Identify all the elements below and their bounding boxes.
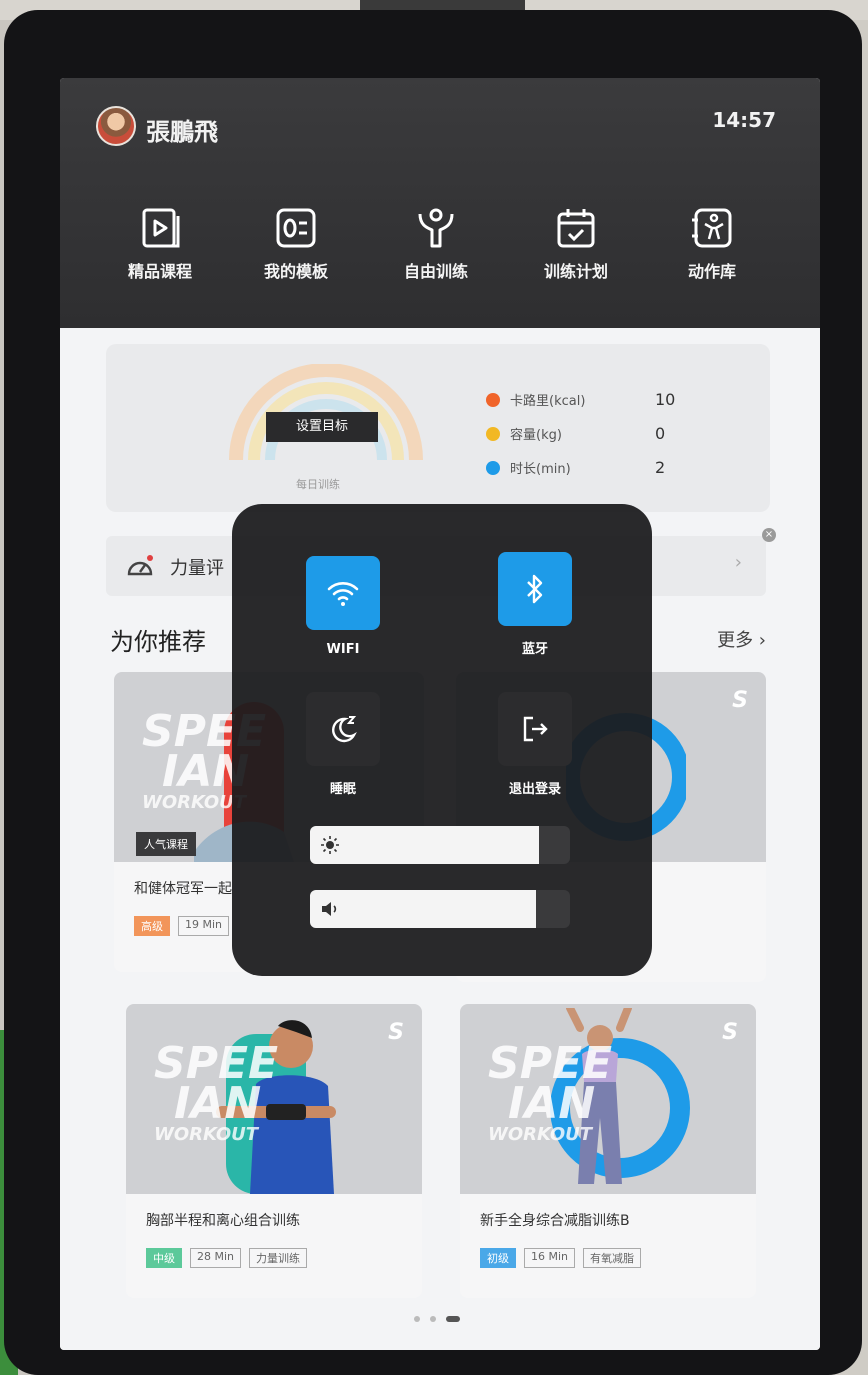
stat-label: 时长(min) bbox=[510, 462, 571, 477]
sun-icon bbox=[321, 836, 339, 854]
logout-button[interactable] bbox=[498, 692, 572, 766]
brand-logo-icon: S bbox=[722, 1020, 738, 1045]
brand-logo-icon: S bbox=[732, 688, 748, 713]
fire-icon bbox=[486, 392, 500, 407]
stat-value: 2 bbox=[655, 458, 666, 477]
stat-value: 10 bbox=[655, 390, 676, 409]
duration-tag: 16 Min bbox=[524, 1248, 576, 1268]
course-title: 胸部半程和离心组合训练 bbox=[146, 1213, 300, 1229]
nav-label: 自由训练 bbox=[403, 262, 468, 281]
avatar[interactable] bbox=[96, 106, 136, 146]
chevron-right-icon: › bbox=[734, 552, 742, 573]
power-assessment-label: 力量评 bbox=[170, 558, 224, 579]
page-dot[interactable] bbox=[430, 1316, 436, 1322]
course-title: 和健体冠军一起 bbox=[134, 881, 232, 897]
exercise-library-icon bbox=[692, 208, 732, 248]
course-card[interactable]: SPEE IAN WORKOUT S 胸部半程和离心组合训练 中级 28 Min… bbox=[126, 1004, 422, 1298]
stat-label: 容量(kg) bbox=[510, 428, 562, 443]
watermark-line: IAN bbox=[508, 1078, 596, 1129]
page-dot-active[interactable] bbox=[446, 1316, 460, 1322]
course-tags: 高级 19 Min bbox=[134, 916, 230, 936]
course-tags: 中级 28 Min 力量训练 bbox=[146, 1248, 308, 1268]
wifi-icon bbox=[327, 582, 359, 606]
sleep-label: 睡眠 bbox=[329, 782, 356, 797]
free-training-icon bbox=[418, 208, 454, 248]
logout-action[interactable]: 退出登录 bbox=[498, 692, 572, 797]
level-badge: 高级 bbox=[134, 916, 170, 936]
device-bezel: 張鵬飛 14:57 精品课程 我的模板 自由训练 训练计划 动作库 设置目标 每… bbox=[4, 10, 862, 1375]
nav-exercise-library[interactable]: 动作库 bbox=[652, 206, 772, 282]
watermark-line: IAN bbox=[174, 1078, 262, 1129]
set-goal-button[interactable]: 设置目标 bbox=[266, 412, 378, 442]
clock: 14:57 bbox=[712, 108, 776, 132]
level-badge: 中级 bbox=[146, 1248, 182, 1268]
logout-icon bbox=[523, 716, 548, 742]
nav-label: 训练计划 bbox=[543, 262, 608, 281]
more-link[interactable]: 更多 › bbox=[717, 626, 766, 652]
page-dot[interactable] bbox=[414, 1316, 420, 1322]
sleep-button[interactable] bbox=[306, 692, 380, 766]
section-title: 为你推荐 bbox=[110, 628, 206, 656]
course-tags: 初级 16 Min 有氧减脂 bbox=[480, 1248, 642, 1268]
logout-label: 退出登录 bbox=[508, 782, 561, 797]
bluetooth-label: 蓝牙 bbox=[521, 642, 548, 657]
stat-calories: 卡路里(kcal) 10 bbox=[486, 390, 675, 409]
popular-course-badge: 人气课程 bbox=[136, 832, 196, 856]
volume-slider[interactable] bbox=[310, 890, 570, 928]
nav-training-plan[interactable]: 训练计划 bbox=[516, 206, 636, 282]
speaker-icon bbox=[322, 902, 337, 916]
user-name: 張鵬飛 bbox=[146, 118, 218, 146]
nav-label: 我的模板 bbox=[263, 262, 328, 281]
bluetooth-icon bbox=[527, 574, 543, 604]
clock-icon bbox=[486, 460, 500, 475]
stat-label: 卡路里(kcal) bbox=[510, 394, 586, 409]
close-icon[interactable]: × bbox=[762, 528, 776, 542]
stat-volume: 容量(kg) 0 bbox=[486, 424, 665, 443]
type-tag: 力量训练 bbox=[249, 1248, 308, 1268]
screen: 張鵬飛 14:57 精品课程 我的模板 自由训练 训练计划 动作库 设置目标 每… bbox=[60, 78, 820, 1350]
weight-icon bbox=[486, 426, 500, 441]
moon-sleep-icon bbox=[332, 716, 357, 743]
bluetooth-toggle[interactable]: 蓝牙 bbox=[498, 552, 572, 657]
course-image: SPEE IAN WORKOUT S bbox=[126, 1004, 422, 1194]
nav-label: 精品课程 bbox=[127, 262, 192, 281]
gauge-icon bbox=[127, 555, 153, 576]
wifi-button[interactable] bbox=[306, 556, 380, 630]
course-title: 新手全身综合减脂训练B bbox=[480, 1213, 630, 1229]
nav-premium-courses[interactable]: 精品课程 bbox=[100, 206, 220, 282]
brand-watermark: SPEE IAN WORKOUT bbox=[154, 1042, 278, 1146]
stat-value: 0 bbox=[655, 424, 666, 443]
more-label: 更多 bbox=[717, 630, 754, 651]
bluetooth-button[interactable] bbox=[498, 552, 572, 626]
course-image: SPEE IAN WORKOUT S bbox=[460, 1004, 756, 1194]
sleep-toggle[interactable]: 睡眠 bbox=[306, 692, 380, 797]
duration-tag: 19 Min bbox=[178, 916, 230, 936]
control-center-panel: WIFI 蓝牙 睡眠 退出登录 bbox=[232, 504, 652, 976]
daily-goal-card: 设置目标 每日训练 卡路里(kcal) 10 容量(kg) 0 时长(min) … bbox=[106, 344, 770, 512]
duration-tag: 28 Min bbox=[190, 1248, 242, 1268]
calendar-check-icon bbox=[557, 209, 595, 248]
brand-logo-icon: S bbox=[388, 1020, 404, 1045]
nav-free-training[interactable]: 自由训练 bbox=[376, 206, 496, 282]
template-icon bbox=[276, 208, 316, 248]
wifi-toggle[interactable]: WIFI bbox=[306, 556, 380, 657]
page-indicator bbox=[414, 1316, 460, 1322]
brand-watermark: SPEE IAN WORKOUT bbox=[488, 1042, 612, 1146]
nav-my-templates[interactable]: 我的模板 bbox=[236, 206, 356, 282]
daily-training-label: 每日训练 bbox=[296, 478, 340, 491]
volume-fill bbox=[310, 890, 537, 928]
wifi-label: WIFI bbox=[326, 642, 360, 657]
level-badge: 初级 bbox=[480, 1248, 516, 1268]
stat-duration: 时长(min) 2 bbox=[486, 458, 665, 477]
course-card[interactable]: SPEE IAN WORKOUT S 新手全身综合减脂训练B 初级 16 Min… bbox=[460, 1004, 756, 1298]
brightness-slider[interactable] bbox=[310, 826, 570, 864]
play-course-icon bbox=[142, 208, 180, 248]
brightness-fill bbox=[310, 826, 539, 864]
header: 張鵬飛 14:57 精品课程 我的模板 自由训练 训练计划 动作库 bbox=[60, 78, 820, 328]
nav-label: 动作库 bbox=[687, 262, 736, 281]
type-tag: 有氧减脂 bbox=[583, 1248, 642, 1268]
